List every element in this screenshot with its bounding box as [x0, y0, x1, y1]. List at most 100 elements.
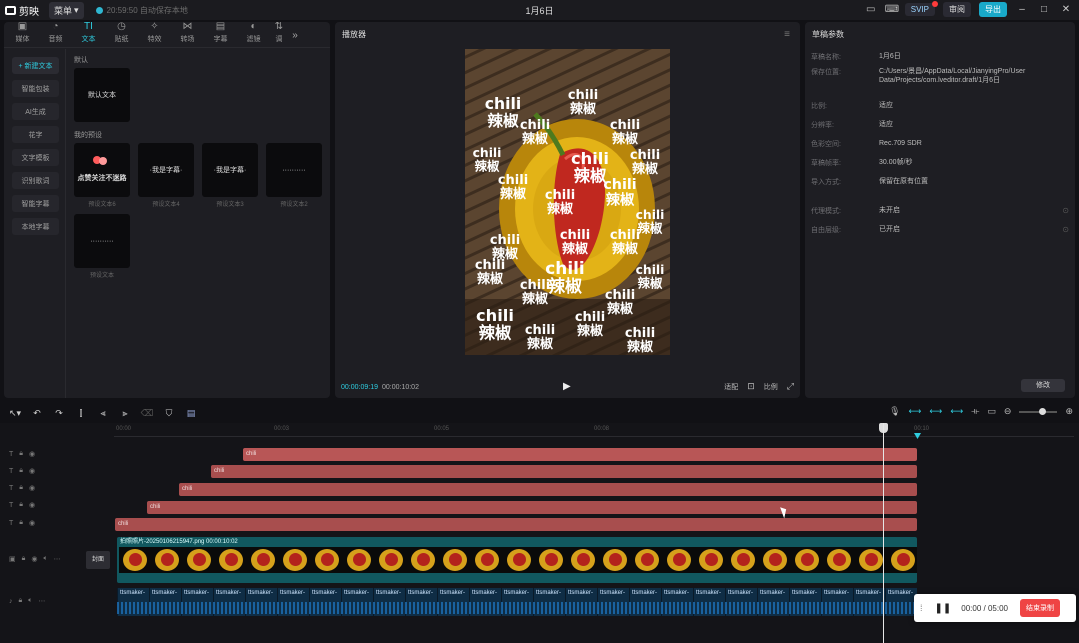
prop-key: 代理模式: [811, 208, 841, 215]
preset-tile[interactable]: 点赞关注不迷路 预设文本6 [74, 143, 130, 208]
more-tabs-icon[interactable]: » [288, 30, 302, 47]
menu-icon[interactable]: ≡ [784, 22, 790, 48]
shortcut-icon[interactable]: ⌨ [885, 4, 899, 16]
tab-transition[interactable]: ⋈ 转场 [171, 22, 204, 47]
side-item-smart-caption[interactable]: 智能字幕 [12, 195, 59, 212]
prop-row: 分辨率: 适应 [805, 120, 1075, 135]
auto-caption-icon[interactable]: ▤ [180, 408, 202, 419]
eye-icon[interactable]: ◉ [29, 484, 35, 492]
eye-icon[interactable]: ◉ [31, 555, 37, 563]
fit-button[interactable]: 适配 [724, 382, 738, 392]
review-button[interactable]: 审阅 [943, 2, 971, 17]
split-icon[interactable]: ⫿ [70, 408, 92, 419]
screenshot-icon[interactable]: ▭ [987, 406, 996, 417]
tile-caption: 预设文本6 [88, 202, 116, 208]
tab-text[interactable]: TI 文本 [72, 22, 105, 47]
lock-icon[interactable]: 🔒︎ [19, 484, 23, 492]
tab-filter[interactable]: ◐ 滤镜 [237, 22, 270, 47]
speaker-icon[interactable]: 🔈︎ [43, 555, 47, 563]
cover-button[interactable]: 封面 [86, 551, 110, 569]
text-clip[interactable]: chili [211, 465, 917, 478]
video-frame-thumb [407, 547, 439, 573]
preset-tile[interactable]: ·我是字幕· 预设文本3 [202, 143, 258, 208]
close-icon[interactable]: ✕ [1059, 4, 1073, 15]
minimize-icon[interactable]: – [1015, 4, 1029, 15]
microphone-icon[interactable]: 🎙 [889, 406, 900, 417]
tab-audio[interactable]: ◔ 音频 [39, 22, 72, 47]
text-clip[interactable]: chili [179, 483, 917, 496]
default-text-tile[interactable]: 默认文本 [74, 68, 130, 122]
lock-icon[interactable]: 🔒︎ [19, 450, 23, 458]
lock-icon[interactable]: 🔒︎ [19, 519, 23, 527]
delete-icon[interactable]: ⌫ [136, 408, 158, 419]
help-icon[interactable]: ⊙ [1062, 225, 1069, 234]
side-item-text-template[interactable]: 文字模板 [12, 149, 59, 166]
export-button[interactable]: 导出 [979, 2, 1007, 17]
overlay-text-cn: 辣椒 [632, 161, 658, 177]
crop-icon[interactable]: ⊡ [747, 381, 755, 392]
shield-icon[interactable]: ⛉ [158, 408, 180, 419]
eye-icon[interactable]: ◉ [29, 450, 35, 458]
speaker-icon[interactable]: 🔈︎ [28, 597, 32, 605]
zoom-fit-icon[interactable]: ⊕ [1065, 406, 1073, 417]
preset-tile[interactable]: ·········· 预设文本2 [266, 143, 322, 208]
layout-icon[interactable]: ▭ [865, 4, 877, 16]
select-tool-icon[interactable]: ↖▾ [4, 408, 26, 419]
tab-adjust[interactable]: ⇅ 调 [270, 22, 288, 47]
pause-icon[interactable]: ❚❚ [935, 603, 952, 614]
text-clip[interactable]: chili [115, 518, 917, 531]
tab-media[interactable]: ▣ 媒体 [6, 22, 39, 47]
playhead[interactable] [883, 423, 884, 643]
video-clip[interactable]: 拍照照片-20250106215947.png 00:00:10:02 [117, 537, 917, 583]
side-item-fancy-text[interactable]: 花字 [12, 126, 59, 143]
linkage-icon[interactable]: ⟷ [950, 406, 963, 417]
zoom-out-icon[interactable]: ⊖ [1004, 406, 1012, 417]
video-preview[interactable]: chili 辣椒 chili 辣椒 chili 辣椒 chili 辣椒 chili 辣椒 chili… [465, 49, 670, 355]
modify-button[interactable]: 修改 [1021, 379, 1065, 392]
maximize-icon[interactable]: □ [1037, 4, 1051, 15]
preview-axis-icon[interactable]: ⟛ [971, 406, 979, 417]
main-track-magnet-icon[interactable]: ⟷ [909, 406, 922, 417]
tile-thumb: ·我是字幕· [202, 143, 258, 197]
eye-icon[interactable]: ◉ [29, 519, 35, 527]
more-icon[interactable]: ⋯ [38, 597, 45, 605]
fullscreen-icon[interactable]: ⤢ [787, 381, 794, 392]
time-ruler[interactable]: 00:00 00:03 00:05 00:08 00:10 [114, 423, 1074, 437]
video-frame-thumb [215, 547, 247, 573]
svip-button[interactable]: SVIP [904, 1, 938, 16]
help-icon[interactable]: ⊙ [1062, 206, 1069, 215]
side-item-new-text[interactable]: + 新建文本 [12, 57, 59, 74]
stop-recording-button[interactable]: 结束录制 [1020, 599, 1060, 617]
undo-icon[interactable]: ↶ [26, 408, 48, 419]
text-clip[interactable]: chili [147, 501, 917, 514]
split-left-icon[interactable]: ⫷ [92, 408, 114, 419]
overlay-text-en: chili [630, 148, 660, 163]
side-item-lyrics[interactable]: 识别歌词 [12, 172, 59, 189]
lock-icon[interactable]: 🔒︎ [22, 555, 26, 563]
split-right-icon[interactable]: ⫸ [114, 408, 136, 419]
zoom-slider[interactable] [1019, 407, 1058, 415]
drag-handle-icon[interactable]: ⁞ [920, 603, 923, 613]
side-item-smart-pack[interactable]: 智能包装 [12, 80, 59, 97]
play-icon[interactable]: ▶ [563, 381, 571, 392]
audio-clip[interactable]: ttsmaker-ttsmaker-ttsmaker-ttsmaker-ttsm… [117, 588, 917, 616]
tab-caption[interactable]: ▤ 字幕 [204, 22, 237, 47]
lock-icon[interactable]: 🔒︎ [19, 501, 23, 509]
preset-tile[interactable]: ·我是字幕· 预设文本4 [138, 143, 194, 208]
eye-icon[interactable]: ◉ [29, 467, 35, 475]
tile-caption: 预设文本 [89, 273, 114, 279]
eye-icon[interactable]: ◉ [29, 501, 35, 509]
more-icon[interactable]: ⋯ [54, 555, 61, 563]
redo-icon[interactable]: ↷ [48, 408, 70, 419]
lock-icon[interactable]: 🔒︎ [19, 467, 23, 475]
auto-snap-icon[interactable]: ⟷ [929, 406, 942, 417]
tab-effects[interactable]: ✧ 特效 [138, 22, 171, 47]
ratio-button[interactable]: 比例 [764, 382, 778, 392]
tab-sticker[interactable]: ◷ 贴纸 [105, 22, 138, 47]
side-item-ai-generate[interactable]: AI生成 [12, 103, 59, 120]
side-item-local-caption[interactable]: 本地字幕 [12, 218, 59, 235]
menu-button[interactable]: 菜单 ▾ [49, 1, 84, 19]
lock-icon[interactable]: 🔒︎ [19, 597, 23, 605]
text-clip[interactable]: chili [243, 448, 917, 461]
preset-tile[interactable]: ·········· 预设文本 [74, 214, 130, 279]
